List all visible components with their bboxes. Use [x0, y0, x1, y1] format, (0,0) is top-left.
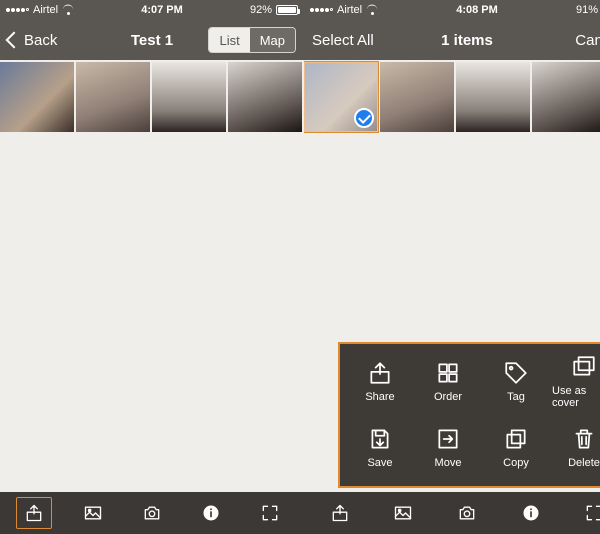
action-popup: Share Order Tag Use as cover Save	[338, 342, 600, 488]
signal-dots-icon	[310, 8, 333, 12]
info-icon	[201, 503, 221, 523]
gallery-tool-button[interactable]	[75, 497, 111, 529]
nav-bar: Back Test 1 List Map	[0, 20, 304, 60]
popup-label: Move	[435, 457, 462, 469]
move-icon	[435, 426, 461, 452]
popup-order-button[interactable]: Order	[416, 352, 480, 410]
select-all-button[interactable]: Select All	[312, 32, 374, 49]
back-label: Back	[24, 32, 57, 49]
thumbnail-strip[interactable]	[304, 60, 600, 134]
selection-count: 1 items	[441, 32, 493, 49]
save-icon	[367, 426, 393, 452]
wifi-icon	[366, 5, 378, 15]
popup-tag-button[interactable]: Tag	[484, 352, 548, 410]
back-button[interactable]: Back	[8, 32, 68, 49]
seg-list-button[interactable]: List	[209, 28, 249, 52]
info-tool-button[interactable]	[193, 497, 229, 529]
popup-save-button[interactable]: Save	[348, 418, 412, 476]
view-toggle: List Map	[208, 27, 296, 53]
cancel-button[interactable]: Cancel	[575, 32, 600, 49]
popup-move-button[interactable]: Move	[416, 418, 480, 476]
left-pane: Airtel 4:07 PM 92% Back Test 1 List Map	[0, 0, 304, 534]
tag-icon	[503, 360, 529, 386]
info-tool-button[interactable]	[513, 497, 549, 529]
camera-icon	[457, 503, 477, 523]
status-time: 4:07 PM	[141, 4, 183, 16]
popup-label: Save	[367, 457, 392, 469]
checkmark-icon	[354, 108, 374, 128]
content-area: Share Order Tag Use as cover Save	[304, 134, 600, 492]
camera-tool-button[interactable]	[449, 497, 485, 529]
share-tool-button[interactable]	[16, 497, 52, 529]
battery-icon	[276, 5, 298, 15]
seg-map-button[interactable]: Map	[250, 28, 295, 52]
thumbnail[interactable]	[152, 62, 226, 132]
wifi-icon	[62, 5, 74, 15]
carrier-label: Airtel	[337, 4, 362, 16]
gallery-tool-button[interactable]	[385, 497, 421, 529]
select-all-label: Select All	[312, 32, 374, 49]
info-icon	[521, 503, 541, 523]
expand-tool-button[interactable]	[252, 497, 288, 529]
thumbnail[interactable]	[456, 62, 530, 132]
content-area	[0, 134, 304, 492]
share-tool-button[interactable]	[322, 497, 358, 529]
thumbnail[interactable]	[76, 62, 150, 132]
chevron-left-icon	[6, 32, 23, 49]
status-time: 4:08 PM	[456, 4, 498, 16]
image-icon	[393, 503, 413, 523]
battery-pct: 91%	[576, 4, 598, 16]
images-stack-icon	[571, 354, 597, 380]
popup-label: Tag	[507, 391, 525, 403]
battery-pct: 92%	[250, 4, 272, 16]
copy-icon	[503, 426, 529, 452]
nav-bar: Select All 1 items Cancel	[304, 20, 600, 60]
share-icon	[24, 503, 44, 523]
thumbnail[interactable]	[0, 62, 74, 132]
thumbnail[interactable]	[532, 62, 600, 132]
thumbnail-selected[interactable]	[304, 62, 378, 132]
camera-icon	[142, 503, 162, 523]
camera-tool-button[interactable]	[134, 497, 170, 529]
carrier-label: Airtel	[33, 4, 58, 16]
status-bar: Airtel 4:07 PM 92%	[0, 0, 304, 20]
bottom-toolbar	[304, 492, 600, 534]
signal-dots-icon	[6, 8, 29, 12]
popup-label: Share	[365, 391, 394, 403]
right-pane: Airtel 4:08 PM 91% Select All 1 items Ca…	[304, 0, 600, 534]
popup-label: Use as cover	[552, 385, 600, 409]
popup-cover-button[interactable]: Use as cover	[552, 352, 600, 410]
status-bar: Airtel 4:08 PM 91%	[304, 0, 600, 20]
bottom-toolbar	[0, 492, 304, 534]
image-icon	[83, 503, 103, 523]
expand-icon	[584, 503, 600, 523]
grid-icon	[435, 360, 461, 386]
popup-label: Delete	[568, 457, 600, 469]
trash-icon	[571, 426, 597, 452]
thumbnail-strip[interactable]	[0, 60, 304, 134]
expand-icon	[260, 503, 280, 523]
page-title: Test 1	[131, 32, 173, 49]
popup-copy-button[interactable]: Copy	[484, 418, 548, 476]
thumbnail[interactable]	[228, 62, 302, 132]
expand-tool-button[interactable]	[576, 497, 600, 529]
share-icon	[367, 360, 393, 386]
popup-delete-button[interactable]: Delete	[552, 418, 600, 476]
share-icon	[330, 503, 350, 523]
thumbnail[interactable]	[380, 62, 454, 132]
cancel-label: Cancel	[575, 32, 600, 49]
popup-label: Order	[434, 391, 462, 403]
popup-label: Copy	[503, 457, 529, 469]
popup-share-button[interactable]: Share	[348, 352, 412, 410]
